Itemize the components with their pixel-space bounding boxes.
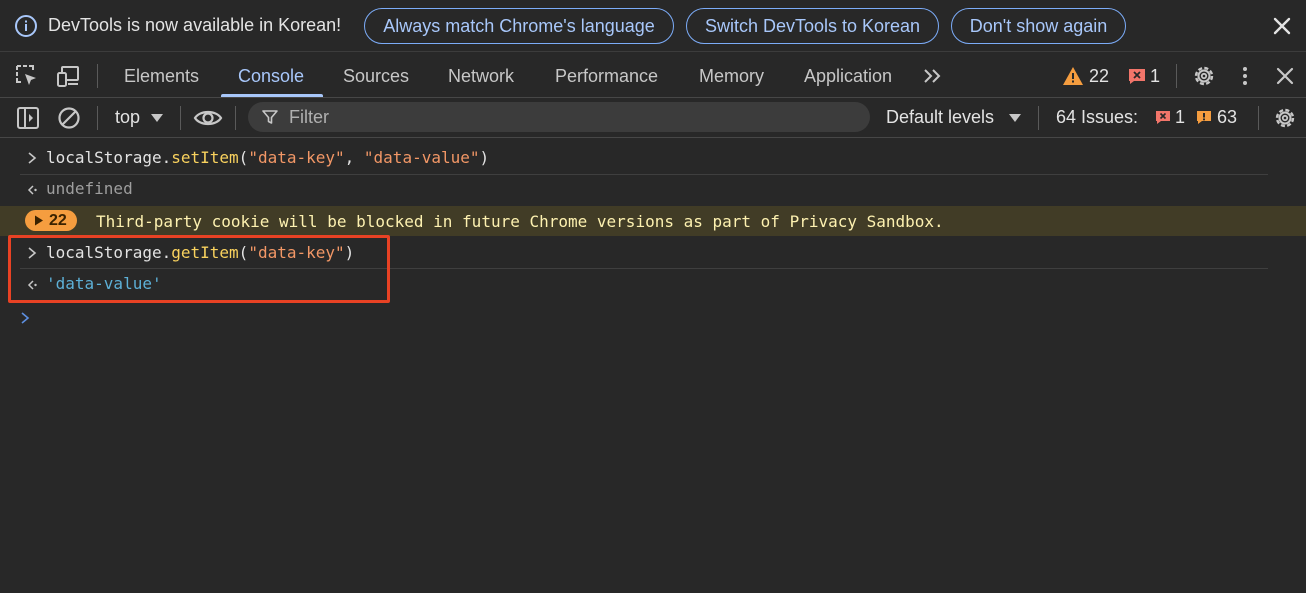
tab-network[interactable]: Network xyxy=(448,66,514,87)
tab-application[interactable]: Application xyxy=(804,66,892,87)
filter-funnel-icon xyxy=(262,110,278,124)
result-value: undefined xyxy=(46,179,133,198)
tab-memory[interactable]: Memory xyxy=(699,66,764,87)
device-toolbar-icon[interactable] xyxy=(56,63,82,89)
console-toolbar: top Default levels 64 Issues: 1 63 xyxy=(0,98,1306,138)
console-input-entry: localStorage.setItem("data-key", "data-v… xyxy=(0,148,1306,170)
info-icon xyxy=(15,15,37,37)
context-selector[interactable]: top xyxy=(115,107,140,128)
toolbar-divider xyxy=(180,106,181,130)
issues-error-count[interactable]: 1 xyxy=(1175,107,1185,128)
issues-warning-count[interactable]: 63 xyxy=(1217,107,1237,128)
active-tab-indicator xyxy=(221,94,323,97)
console-prompt[interactable] xyxy=(0,308,1306,330)
input-chevron-icon xyxy=(28,152,37,164)
highlight-annotation xyxy=(8,235,390,303)
entry-divider xyxy=(20,174,1268,175)
chevron-down-icon[interactable] xyxy=(1008,112,1022,124)
chevron-down-icon[interactable] xyxy=(150,112,164,124)
warning-repeat-badge[interactable]: 22 xyxy=(25,210,77,231)
console-result-entry: undefined xyxy=(0,179,1306,201)
warning-message[interactable]: 22 Third-party cookie will be blocked in… xyxy=(0,206,1306,236)
tab-performance[interactable]: Performance xyxy=(555,66,658,87)
expand-triangle-icon xyxy=(35,215,43,226)
show-sidebar-icon[interactable] xyxy=(15,105,41,131)
error-count[interactable]: 1 xyxy=(1150,66,1160,87)
warning-text: Third-party cookie will be blocked in fu… xyxy=(96,212,944,231)
toolbar-divider xyxy=(1258,106,1259,130)
more-options-icon[interactable] xyxy=(1232,63,1258,89)
toolbar-divider xyxy=(1038,106,1039,130)
toolbar-divider xyxy=(97,106,98,130)
result-arrow-icon xyxy=(27,185,37,195)
warning-icon xyxy=(1063,67,1083,85)
toolbar-divider xyxy=(1176,64,1177,88)
close-devtools-icon[interactable] xyxy=(1272,63,1298,89)
issues-error-icon xyxy=(1156,111,1170,124)
clear-console-icon[interactable] xyxy=(56,105,82,131)
error-icon xyxy=(1129,69,1145,84)
switch-to-korean-button[interactable]: Switch DevTools to Korean xyxy=(686,8,939,44)
tab-elements[interactable]: Elements xyxy=(124,66,199,87)
language-infobar: DevTools is now available in Korean! Alw… xyxy=(0,0,1306,52)
more-tabs-chevron-icon[interactable] xyxy=(920,63,946,89)
warning-repeat-count: 22 xyxy=(49,212,67,229)
issues-label[interactable]: 64 Issues: xyxy=(1056,107,1138,128)
prompt-chevron-icon xyxy=(21,312,30,324)
main-tabbar: Elements Console Sources Network Perform… xyxy=(0,52,1306,98)
always-match-language-button[interactable]: Always match Chrome's language xyxy=(364,8,674,44)
tab-sources[interactable]: Sources xyxy=(343,66,409,87)
tab-console[interactable]: Console xyxy=(238,66,304,87)
infobar-message: DevTools is now available in Korean! xyxy=(48,15,342,35)
toolbar-divider xyxy=(235,106,236,130)
inspect-element-icon[interactable] xyxy=(14,63,40,89)
live-expression-eye-icon[interactable] xyxy=(193,105,223,131)
filter-box[interactable] xyxy=(248,102,870,132)
console-settings-gear-icon[interactable] xyxy=(1272,105,1298,131)
close-icon[interactable] xyxy=(1268,12,1296,40)
log-levels-dropdown[interactable]: Default levels xyxy=(886,107,994,128)
toolbar-divider xyxy=(97,64,98,88)
dont-show-again-button[interactable]: Don't show again xyxy=(951,8,1126,44)
issues-warning-icon xyxy=(1197,111,1211,124)
filter-input[interactable] xyxy=(289,106,849,128)
console-output[interactable]: localStorage.setItem("data-key", "data-v… xyxy=(0,138,1306,593)
settings-gear-icon[interactable] xyxy=(1191,63,1217,89)
warning-count[interactable]: 22 xyxy=(1089,66,1109,87)
console-code-line: localStorage.setItem("data-key", "data-v… xyxy=(46,148,490,167)
